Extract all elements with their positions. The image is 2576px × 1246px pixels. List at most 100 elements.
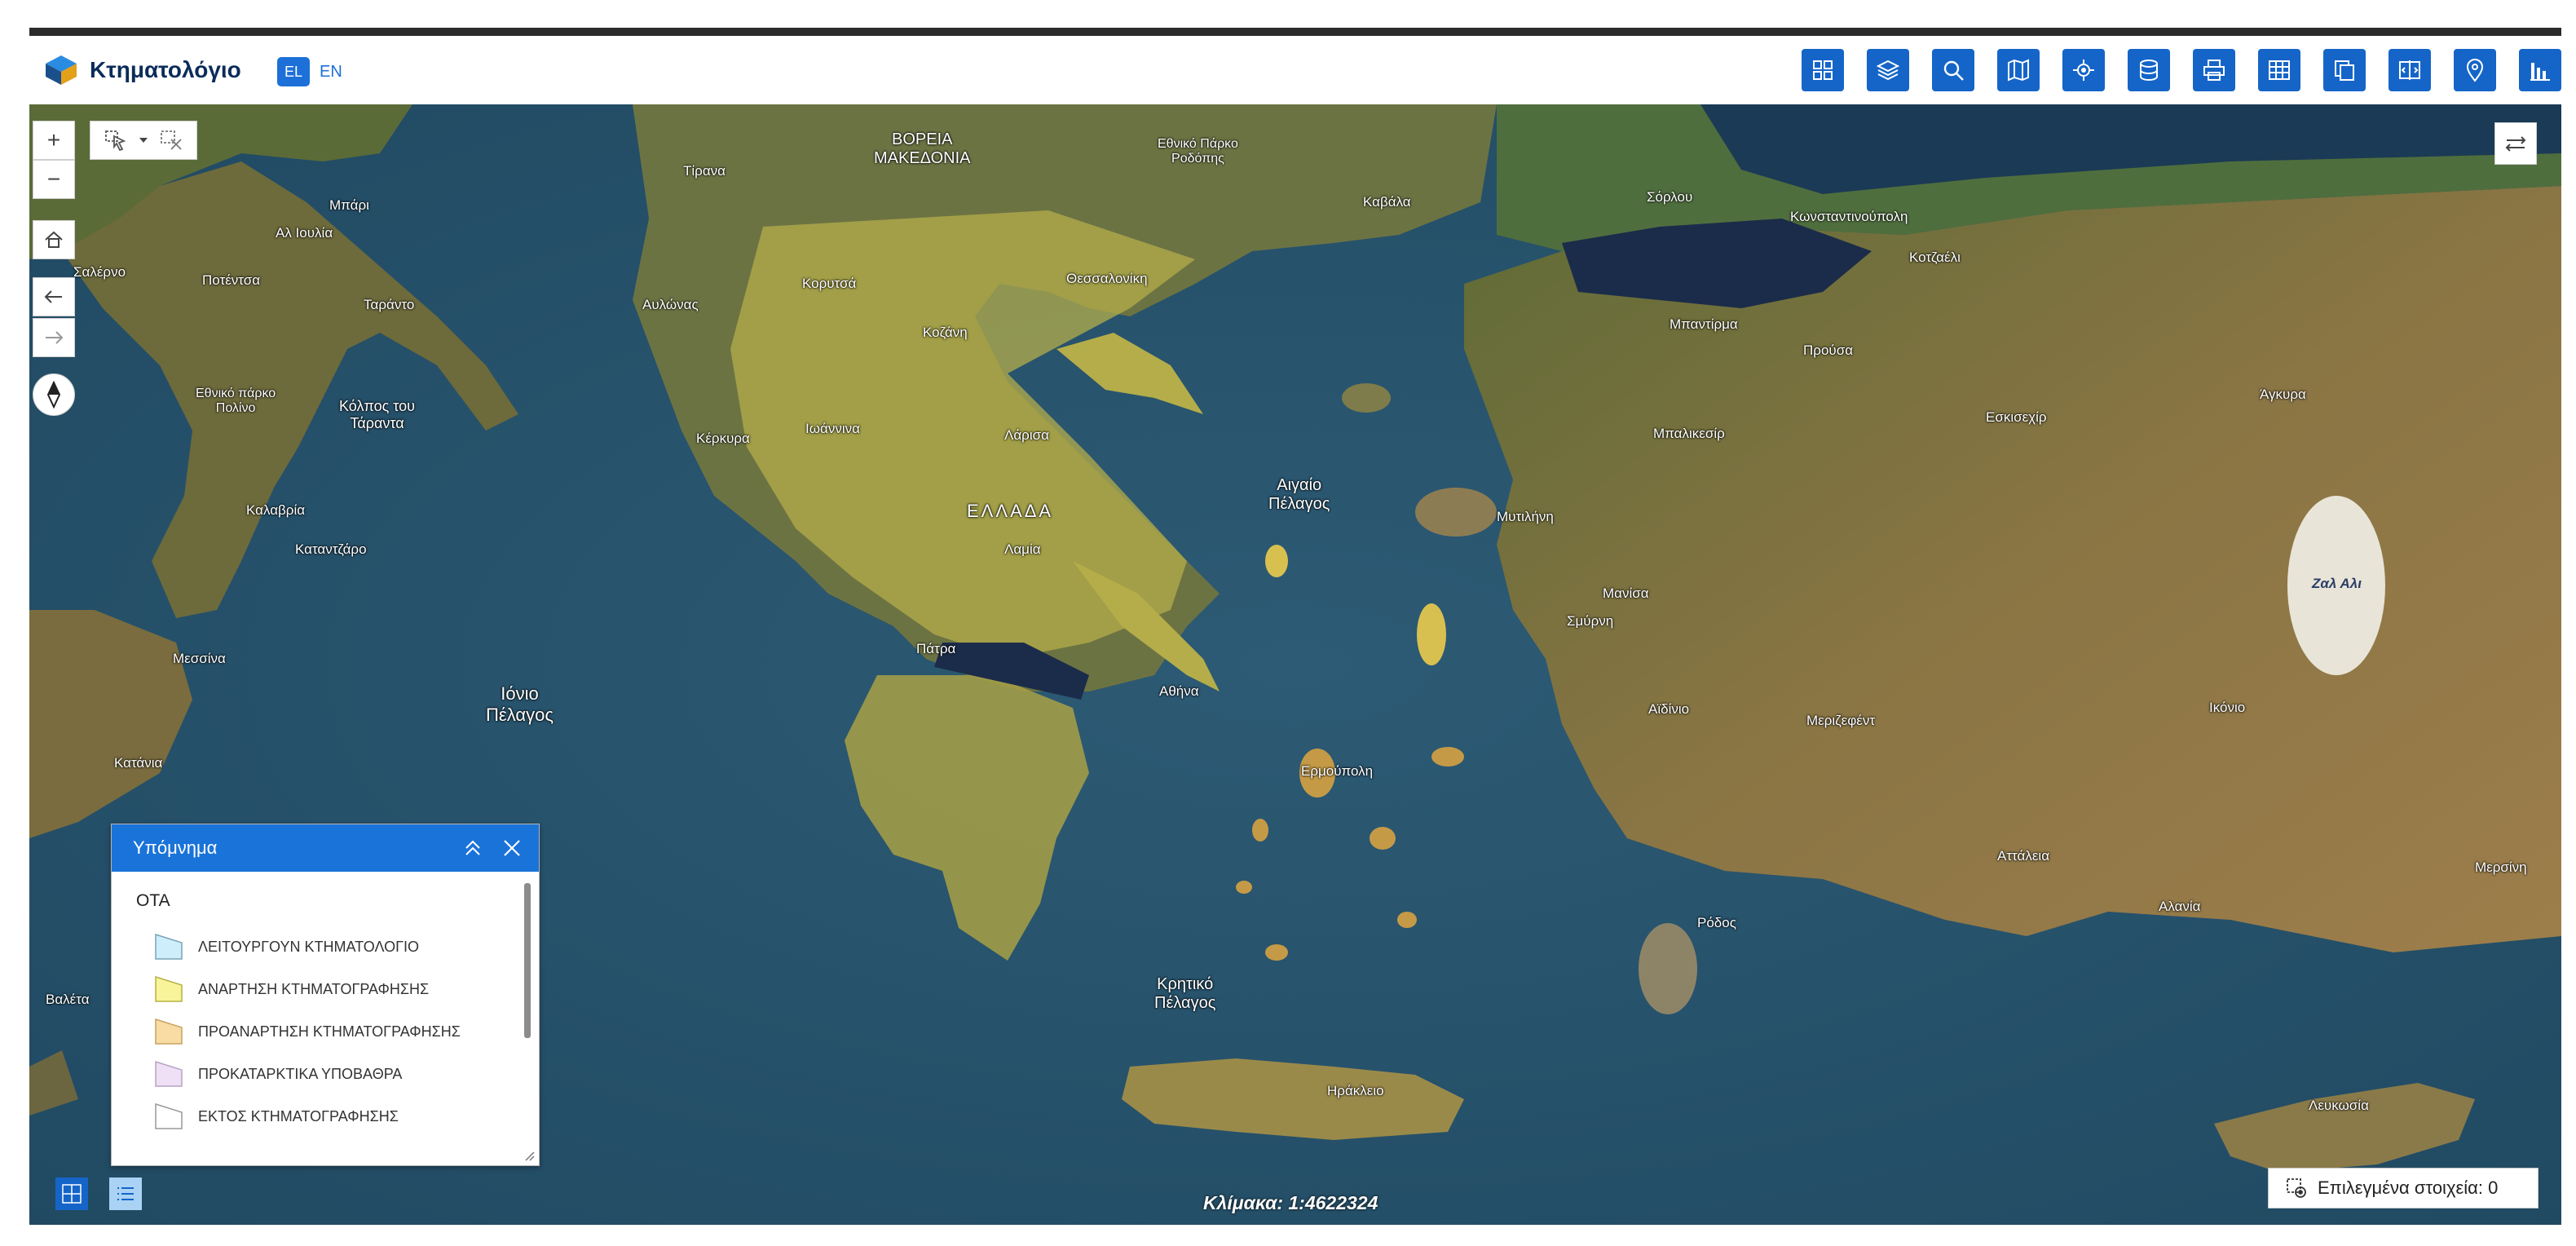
select-tool[interactable] bbox=[90, 121, 197, 160]
city-kozani: Κοζάνη bbox=[923, 325, 968, 340]
city-salerno: Σαλέρνο bbox=[73, 264, 126, 280]
legend-scrollbar[interactable] bbox=[524, 883, 531, 1038]
table-icon bbox=[2269, 60, 2290, 80]
zoom-out-button[interactable]: − bbox=[33, 160, 75, 199]
map-search-icon bbox=[2008, 59, 2029, 82]
city-alanya: Αλανία bbox=[2159, 899, 2201, 914]
legend-swatch-icon bbox=[155, 933, 183, 960]
documents-icon bbox=[2335, 60, 2354, 81]
legend-swatch-icon bbox=[155, 975, 183, 1002]
legend-item: ΠΡΟΑΝΑΡΤΗΣΗ ΚΤΗΜΑΤΟΓΡΑΦΗΣΗΣ bbox=[136, 1010, 514, 1053]
toggle-panel-button[interactable] bbox=[2494, 122, 2537, 165]
legend-item: ΕΚΤΟΣ ΚΤΗΜΑΤΟΓΡΑΦΗΣΗΣ bbox=[136, 1095, 514, 1138]
city-heraklion: Ηράκλειο bbox=[1327, 1083, 1384, 1098]
city-korce: Κορυτσά bbox=[802, 276, 857, 291]
label-rodopi-park: Εθνικό Πάρκο Ροδόπης bbox=[1158, 137, 1238, 166]
legend-item: ΛΕΙΤΟΥΡΓΟΥΝ ΚΤΗΜΑΤΟΛΟΓΙΟ bbox=[136, 926, 514, 968]
locate-icon bbox=[2073, 60, 2094, 81]
label-salt-lake: Ζαλ Αλι bbox=[2312, 576, 2362, 591]
city-bandirma: Μπαντίρμα bbox=[1670, 316, 1738, 332]
chart-button[interactable] bbox=[2519, 49, 2561, 91]
documents-button[interactable] bbox=[2323, 49, 2366, 91]
city-aydin: Αϊδίνιο bbox=[1648, 701, 1690, 717]
home-button[interactable] bbox=[33, 220, 75, 259]
resize-handle-icon[interactable] bbox=[523, 1149, 536, 1162]
basemap-toggle-button[interactable] bbox=[55, 1178, 88, 1210]
layers-button[interactable] bbox=[1867, 49, 1909, 91]
city-kerkyra: Κέρκυρα bbox=[696, 431, 750, 446]
logo-mark-icon bbox=[44, 54, 78, 86]
city-balikesir: Μπαλικεσίρ bbox=[1653, 426, 1725, 441]
map-scale: Κλίμακα: 1:4622324 bbox=[1203, 1192, 1378, 1213]
select-cursor-icon bbox=[105, 130, 126, 151]
lang-en-button[interactable]: EN bbox=[320, 63, 342, 82]
print-button[interactable] bbox=[2193, 49, 2235, 91]
basemap-gallery-icon bbox=[1813, 60, 1833, 80]
city-izmir: Σμύρνη bbox=[1567, 613, 1614, 629]
collapse-icon[interactable] bbox=[462, 837, 483, 859]
selection-icon bbox=[2287, 1178, 2306, 1198]
city-larisa: Λάρισα bbox=[1004, 427, 1049, 443]
compare-button[interactable] bbox=[2389, 49, 2431, 91]
app-title: Κτηματολόγιο bbox=[90, 57, 241, 82]
legend-title: Υπόμνημα bbox=[133, 837, 218, 858]
city-ankara: Άγκυρα bbox=[2260, 387, 2306, 402]
city-rhodes: Ρόδος bbox=[1697, 915, 1736, 930]
city-lamia: Λαμία bbox=[1004, 541, 1041, 557]
city-tirana: Τίρανα bbox=[683, 163, 726, 179]
city-istanbul: Κωνσταντινούπολη bbox=[1790, 209, 1908, 224]
locate-button[interactable] bbox=[2062, 49, 2105, 91]
data-button[interactable] bbox=[2128, 49, 2170, 91]
selected-features-badge[interactable]: Επιλεγμένα στοιχεία: 0 bbox=[2268, 1168, 2539, 1208]
city-eskisehir: Εσκισεχίρ bbox=[1986, 409, 2047, 425]
label-pollino-park: Εθνικό πάρκο Πολίνο bbox=[196, 387, 276, 415]
pin-button[interactable] bbox=[2454, 49, 2496, 91]
compass-button[interactable] bbox=[33, 373, 75, 416]
next-extent-button[interactable] bbox=[33, 318, 75, 357]
city-bursa: Προύσα bbox=[1803, 342, 1854, 358]
app-logo[interactable]: Κτηματολόγιο bbox=[44, 54, 241, 86]
city-athens: Αθήνα bbox=[1159, 683, 1199, 699]
label-greece: ΕΛΛΑΔΑ bbox=[967, 501, 1054, 521]
basemap-gallery-button[interactable] bbox=[1802, 49, 1844, 91]
city-merizefent: Μεριζεφέντ bbox=[1806, 713, 1876, 728]
list-icon bbox=[117, 1187, 134, 1200]
legend-item-label: ΑΝΑΡΤΗΣΗ ΚΤΗΜΑΤΟΓΡΑΦΗΣΗΣ bbox=[198, 980, 430, 997]
city-taranto: Ταράντο bbox=[364, 297, 415, 312]
legend-panel: Υπόμνημα ΟΤΑ ΛΕΙΤΟΥΡΓΟΥΝ ΚΤΗΜΑΤΟΛΟΓΙΟ ΑΝ… bbox=[111, 824, 540, 1166]
print-icon bbox=[2203, 60, 2225, 81]
table-button[interactable] bbox=[2258, 49, 2300, 91]
city-thessaloniki: Θεσσαλονίκη bbox=[1066, 271, 1148, 286]
city-al-iulia: Αλ Ιουλία bbox=[276, 225, 333, 241]
data-icon bbox=[2140, 60, 2158, 82]
lang-el-button[interactable]: EL bbox=[277, 57, 310, 86]
legend-swatch-icon bbox=[155, 1018, 183, 1045]
city-bari: Μπάρι bbox=[329, 197, 369, 213]
label-taranto-gulf: Κόλπος του Τάραντα bbox=[339, 398, 416, 431]
chart-icon bbox=[2530, 63, 2550, 81]
legend-item-label: ΕΚΤΟΣ ΚΤΗΜΑΤΟΓΡΑΦΗΣΗΣ bbox=[198, 1107, 399, 1124]
label-ionian-sea: Ιόνιο Πέλαγος bbox=[486, 683, 554, 725]
map-search-button[interactable] bbox=[1997, 49, 2040, 91]
compare-icon bbox=[2399, 60, 2420, 80]
city-patra: Πάτρα bbox=[916, 641, 956, 656]
city-catanzaro: Καταντζάρο bbox=[295, 541, 367, 557]
legend-toggle-button[interactable] bbox=[109, 1178, 142, 1210]
city-catania: Κατάνια bbox=[114, 755, 163, 771]
city-mersin: Μερσίνη bbox=[2475, 859, 2527, 875]
top-border bbox=[29, 28, 2561, 36]
search-button[interactable] bbox=[1932, 49, 1974, 91]
legend-header: Υπόμνημα bbox=[112, 824, 539, 872]
main-toolbar bbox=[1802, 49, 2561, 91]
legend-item: ΠΡΟΚΑΤΑΡΚΤΙΚΑ ΥΠΟΒΑΘΡΑ bbox=[136, 1053, 514, 1095]
map-view[interactable]: Ιόνιο Πέλαγος Αιγαίο Πέλαγος Κρητικό Πέλαγο… bbox=[29, 104, 2561, 1225]
legend-item-label: ΠΡΟΚΑΤΑΡΚΤΙΚΑ ΥΠΟΒΑΘΡΑ bbox=[198, 1065, 403, 1082]
language-switcher: EL EN bbox=[277, 57, 342, 86]
home-icon bbox=[45, 231, 63, 248]
city-manisa: Μανίσα bbox=[1603, 585, 1649, 601]
previous-extent-button[interactable] bbox=[33, 277, 75, 316]
close-icon[interactable] bbox=[501, 837, 523, 859]
city-potenza: Ποτέντσα bbox=[202, 272, 261, 288]
zoom-in-button[interactable]: + bbox=[33, 121, 75, 160]
arrow-right-icon bbox=[46, 331, 64, 344]
